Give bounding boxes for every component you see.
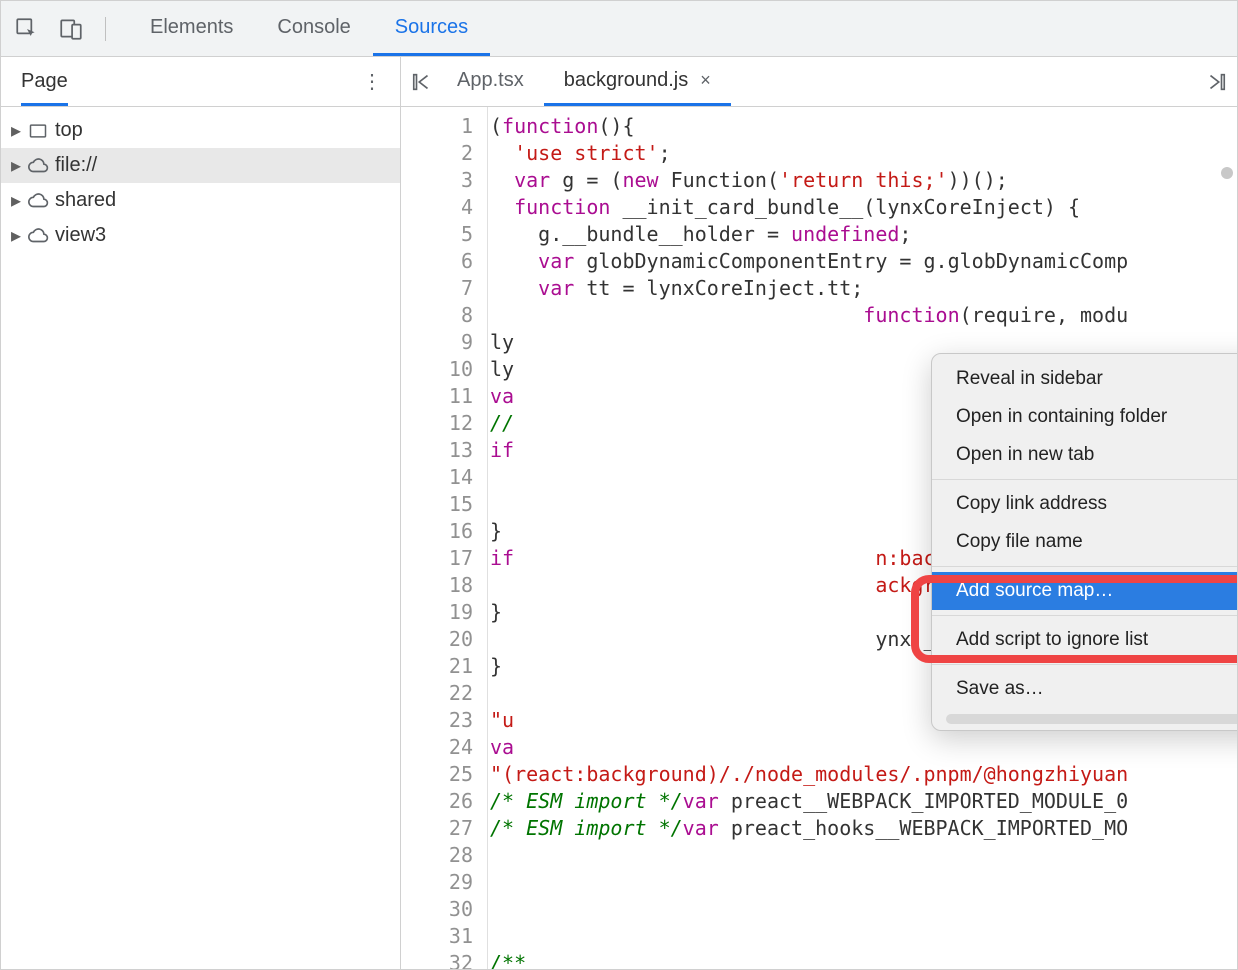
tree-item-label: shared [55,189,116,212]
context-menu-item[interactable]: Reveal in sidebar [932,360,1237,398]
tree-item-top[interactable]: ▸ top [1,113,400,148]
frame-icon [27,120,49,142]
tree-item-file[interactable]: ▸ file:// [1,148,400,183]
context-menu-item[interactable]: Copy file name [932,523,1237,561]
file-tree: ▸ top ▸ file:// ▸ shared ▸ view3 [1,107,400,259]
context-menu-separator [932,664,1237,665]
tree-item-label: view3 [55,224,106,247]
inspect-icon[interactable] [13,15,41,43]
nav-back-icon[interactable] [407,67,437,97]
context-menu-separator [932,615,1237,616]
sidebar-title[interactable]: Page [21,70,68,106]
panel-tabs: Elements Console Sources [128,1,490,56]
context-menu-item[interactable]: Copy link address [932,485,1237,523]
cloud-icon [27,155,49,177]
expand-icon: ▸ [11,161,21,171]
editor-area: App.tsx background.js × 1234567891011121… [401,57,1237,969]
tree-item-shared[interactable]: ▸ shared [1,183,400,218]
context-menu-item[interactable]: Add script to ignore list [932,621,1237,659]
editor-tab-app[interactable]: App.tsx [437,57,544,106]
sidebar-more-icon[interactable]: ⋮ [354,65,390,98]
tree-item-view3[interactable]: ▸ view3 [1,218,400,253]
context-menu-separator [932,479,1237,480]
context-menu-scrollbar[interactable] [946,714,1237,724]
editor-tabs: App.tsx background.js × [401,57,1237,107]
tab-console[interactable]: Console [255,1,372,56]
context-menu-item[interactable]: Add source map… [932,572,1237,610]
toolbar-divider [105,17,106,41]
context-menu-separator [932,566,1237,567]
close-icon[interactable]: × [700,70,711,91]
tab-elements[interactable]: Elements [128,1,255,56]
main-area: Page ⋮ ▸ top ▸ file:// ▸ shared ▸ v [1,57,1237,969]
cloud-icon [27,190,49,212]
context-menu: Reveal in sidebarOpen in containing fold… [931,353,1237,731]
sidebar-header: Page ⋮ [1,57,400,107]
tab-sources[interactable]: Sources [373,1,490,56]
editor-tab-background[interactable]: background.js × [544,57,731,106]
expand-icon: ▸ [11,126,21,136]
expand-icon: ▸ [11,196,21,206]
line-gutter: 1234567891011121314151617181920212223242… [401,107,487,969]
tree-item-label: top [55,119,83,142]
editor-tab-label: background.js [564,69,689,92]
cloud-icon [27,225,49,247]
sidebar: Page ⋮ ▸ top ▸ file:// ▸ shared ▸ v [1,57,401,969]
toolbar-icon-group [1,1,128,56]
tree-item-label: file:// [55,154,97,177]
context-menu-item[interactable]: Open in new tab [932,436,1237,474]
device-toggle-icon[interactable] [57,15,85,43]
context-menu-item[interactable]: Open in containing folder [932,398,1237,436]
nav-forward-icon[interactable] [1201,67,1231,97]
context-menu-item[interactable]: Save as… [932,670,1237,708]
scrollbar-thumb[interactable] [1221,167,1233,179]
expand-icon: ▸ [11,231,21,241]
main-toolbar: Elements Console Sources [1,1,1237,57]
editor-tab-label: App.tsx [457,69,524,92]
